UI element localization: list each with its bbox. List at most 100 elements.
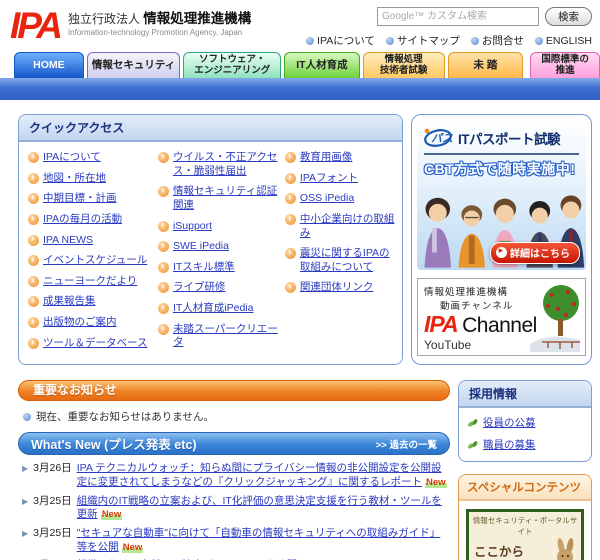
search-button[interactable]: 検索: [545, 7, 592, 26]
channel-brand-channel: Channel: [462, 314, 537, 337]
link-contact[interactable]: お問合せ: [471, 33, 524, 48]
important-news-notice: 現在、重要なお知らせはありません。: [36, 409, 214, 424]
recruit-panel: 採用情報 役員の公募 職員の募集: [458, 380, 592, 462]
ipa-logo[interactable]: IPA: [10, 5, 60, 44]
arrow-bullet-icon: [158, 221, 169, 232]
leaf-icon: [467, 439, 479, 451]
arrow-bullet-icon: [28, 255, 39, 266]
search-input[interactable]: [377, 7, 539, 26]
qa-link[interactable]: IPA NEWS: [28, 234, 158, 248]
arrow-bullet-icon: [28, 152, 39, 163]
whats-new-header: What's New (プレス発表 etc) >> 過去の一覧: [18, 432, 450, 455]
special-contents-title: スペシャルコンテンツ: [459, 475, 591, 501]
arrow-bullet-icon: [28, 193, 39, 204]
news-link[interactable]: 組織内のIT戦略の立案および、IT化評価の意思決定支援を行う教材・ツールを更新: [77, 495, 442, 521]
qa-link[interactable]: 教育用画像: [285, 151, 396, 165]
arrow-bullet-icon: [28, 296, 39, 307]
qa-link[interactable]: イベントスケジュール: [28, 254, 158, 268]
news-list: ▶ 3月26日 IPA テクニカルウォッチ：知らぬ間にプライバシー情報の非公開設…: [22, 462, 450, 560]
tab-international-standards[interactable]: 国際標準の推進: [530, 52, 600, 78]
quick-access-column-2: ウイルス・不正アクセス・脆弱性届出 情報セキュリティ認証関連 iSupport …: [158, 151, 285, 350]
link-english[interactable]: ENGLISH: [535, 33, 592, 48]
main-nav-tabs: HOME 情報セキュリティ ソフトウェア・エンジニアリング IT人材育成 情報処…: [14, 50, 600, 78]
channel-brand-ipa: IPA: [424, 311, 458, 337]
arrow-bullet-icon: [285, 152, 296, 163]
qa-link[interactable]: 未踏スーパークリエータ: [158, 323, 285, 350]
news-link[interactable]: IPA テクニカルウォッチ：知らぬ間にプライバシー情報の非公開設定を公開設定に変…: [77, 462, 442, 488]
org-name-block: 独立行政法人 情報処理推進機構 Information-technology P…: [68, 5, 251, 38]
qa-link[interactable]: IPAの毎月の活動: [28, 213, 158, 227]
portal-site-label: 情報セキュリティ・ポータルサイト: [469, 512, 581, 538]
triangle-bullet-icon: ▶: [22, 462, 28, 489]
dot-icon: [306, 37, 314, 45]
special-contents-panel: スペシャルコンテンツ 情報セキュリティ・ポータルサイト ここから セキュリティ!: [458, 474, 592, 560]
arrow-bullet-icon: [285, 248, 296, 259]
qa-link[interactable]: ツール＆データベース: [28, 337, 158, 351]
arrow-bullet-icon: [158, 241, 169, 252]
qa-link[interactable]: ウイルス・不正アクセス・脆弱性届出: [158, 151, 285, 178]
arrow-bullet-icon: [158, 282, 169, 293]
dot-icon: [23, 413, 31, 421]
qa-link[interactable]: 中期目標・計画: [28, 192, 158, 206]
new-badge: New: [122, 542, 144, 553]
qa-link[interactable]: ニューヨークだより: [28, 275, 158, 289]
qa-link[interactable]: IT人材育成iPedia: [158, 302, 285, 316]
qa-link[interactable]: 中小企業向けの取組み: [285, 213, 396, 240]
link-about-ipa[interactable]: IPAについて: [306, 33, 375, 48]
past-list-link[interactable]: >> 過去の一覧: [376, 437, 437, 451]
tab-it-engineer-exam[interactable]: 情報処理技術者試験: [363, 52, 445, 78]
rabbit-illustration: [550, 538, 580, 560]
recruit-link-staff[interactable]: 職員の募集: [467, 437, 583, 452]
ipa-channel-banner[interactable]: 情報処理推進機構 動画チャンネル IPA Channel YouTube: [417, 278, 586, 356]
nav-bar-strip: [0, 78, 600, 100]
tab-security[interactable]: 情報セキュリティ: [87, 52, 181, 78]
arrow-bullet-icon: [285, 193, 296, 204]
org-prefix: 独立行政法人: [68, 12, 140, 26]
whats-new-title: What's New (プレス発表 etc): [31, 434, 197, 453]
arrow-bullet-icon: [158, 324, 169, 335]
qa-link[interactable]: 成果報告集: [28, 295, 158, 309]
arrow-bullet-icon: [28, 235, 39, 246]
qa-link[interactable]: IPAについて: [28, 151, 158, 165]
tab-software-engineering[interactable]: ソフトウェア・エンジニアリング: [183, 52, 281, 78]
triangle-bullet-icon: ▶: [22, 527, 28, 554]
arrow-bullet-icon: [158, 186, 169, 197]
arrow-bullet-icon: [158, 262, 169, 273]
qa-link[interactable]: 関連団体リンク: [285, 281, 396, 295]
tab-it-human-resources[interactable]: IT人材育成: [284, 52, 360, 78]
quick-access-title: クイックアクセス: [19, 115, 402, 142]
org-name: 情報処理推進機構: [143, 11, 251, 26]
qa-link[interactable]: 情報セキュリティ認証関連: [158, 185, 285, 212]
qa-link[interactable]: 地図・所在地: [28, 172, 158, 186]
qa-link[interactable]: ITスキル標準: [158, 261, 285, 275]
pass-logo-icon: パス: [423, 127, 455, 149]
link-sitemap[interactable]: サイトマップ: [386, 33, 460, 48]
arrow-bullet-icon: [285, 282, 296, 293]
qa-link[interactable]: ライブ研修: [158, 281, 285, 295]
arrow-bullet-icon: [158, 303, 169, 314]
leaf-icon: [467, 417, 479, 429]
qa-link[interactable]: 震災に関するIPAの取組みについて: [285, 247, 396, 274]
detail-button[interactable]: 詳細はこちら: [490, 242, 580, 264]
quick-access-column-1: IPAについて 地図・所在地 中期目標・計画 IPAの毎月の活動 IPA NEW…: [28, 151, 158, 350]
utility-nav: IPAについて サイトマップ お問合せ ENGLISH: [306, 33, 592, 48]
site-header: IPA 独立行政法人 情報処理推進機構 Information-technolo…: [0, 0, 600, 50]
arrow-bullet-icon: [285, 214, 296, 225]
quick-access-panel: クイックアクセス IPAについて 地図・所在地 中期目標・計画 IPAの毎月の活…: [18, 114, 403, 365]
qa-link[interactable]: iSupport: [158, 220, 285, 234]
qa-link[interactable]: IPAフォント: [285, 172, 396, 186]
important-news-header: 重要なお知らせ: [18, 380, 450, 401]
arrow-bullet-icon: [28, 276, 39, 287]
arrow-bullet-icon: [28, 173, 39, 184]
arrow-bullet-icon: [158, 152, 169, 163]
qa-link[interactable]: SWE iPedia: [158, 240, 285, 254]
recruit-link-officers[interactable]: 役員の公募: [467, 415, 583, 430]
recruit-title: 採用情報: [459, 381, 591, 408]
qa-link[interactable]: OSS iPedia: [285, 192, 396, 206]
security-portal-banner[interactable]: 情報セキュリティ・ポータルサイト ここから セキュリティ!: [466, 509, 584, 560]
tab-mitou[interactable]: 未 踏: [448, 52, 524, 78]
it-passport-banner[interactable]: パス ITパスポート試験 CBT方式で随時実施中!: [417, 120, 586, 270]
qa-link[interactable]: 出版物のご案内: [28, 316, 158, 330]
tab-home[interactable]: HOME: [14, 52, 84, 78]
org-english-name: Information-technology Promotion Agency,…: [68, 28, 251, 38]
